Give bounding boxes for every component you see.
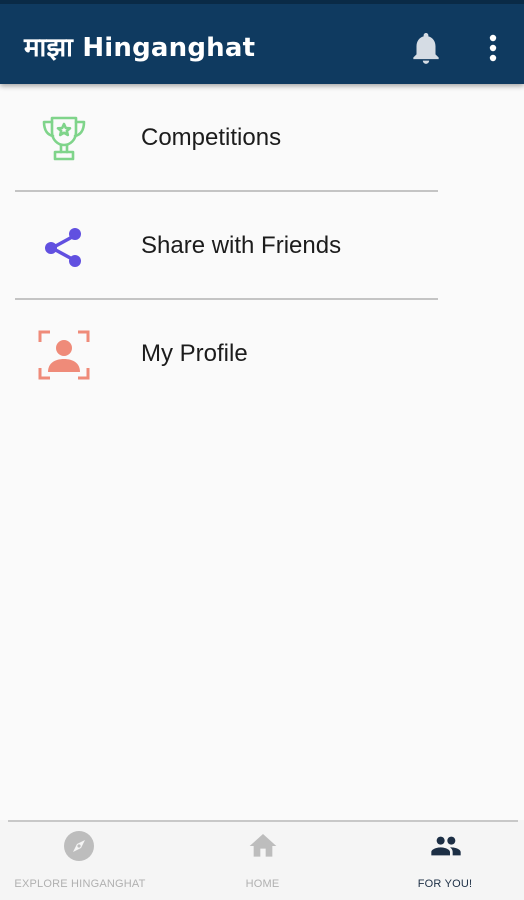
menu-item-label: Competitions: [141, 124, 282, 151]
more-options-button[interactable]: [480, 30, 506, 66]
notifications-button[interactable]: [407, 28, 445, 68]
menu-item-competitions[interactable]: Competitions: [0, 84, 524, 192]
app-title: माझा Hinganghat: [24, 33, 256, 63]
app-bar: माझा Hinganghat: [0, 0, 524, 84]
profile-icon: [38, 330, 90, 380]
menu-item-share-with-friends[interactable]: Share with Friends: [0, 192, 524, 300]
trophy-icon: [42, 116, 86, 161]
bottom-navigation: EXPLORE HINGANGHAT HOME FOR YOU!: [0, 820, 524, 900]
menu-list: Competitions Share with Friends My Profi…: [0, 84, 524, 408]
home-icon: [249, 834, 277, 857]
nav-label: HOME: [245, 878, 280, 890]
menu-item-label: My Profile: [141, 340, 248, 367]
people-icon: [431, 836, 461, 856]
nav-explore-hinganghat[interactable]: EXPLORE HINGANGHAT: [0, 822, 160, 900]
nav-home[interactable]: HOME: [180, 822, 345, 900]
nav-label: EXPLORE HINGANGHAT: [14, 878, 146, 890]
more-vert-icon: [489, 34, 497, 62]
share-icon: [45, 228, 81, 267]
nav-label: FOR YOU!: [417, 878, 473, 890]
nav-for-you[interactable]: FOR YOU!: [365, 822, 524, 900]
bell-icon: [413, 32, 439, 64]
compass-icon: [64, 831, 94, 861]
menu-item-my-profile[interactable]: My Profile: [0, 300, 524, 408]
menu-item-label: Share with Friends: [141, 232, 342, 259]
